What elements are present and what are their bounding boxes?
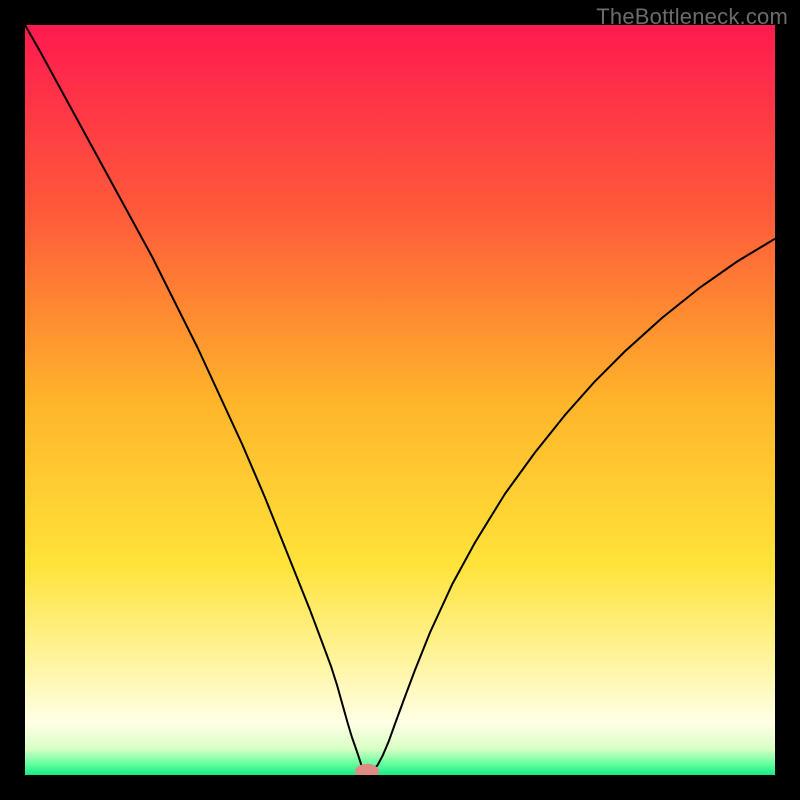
chart-frame: TheBottleneck.com	[0, 0, 800, 800]
plot-area	[25, 25, 775, 775]
watermark-text: TheBottleneck.com	[596, 4, 788, 30]
bottleneck-chart	[25, 25, 775, 775]
gradient-background	[25, 25, 775, 775]
